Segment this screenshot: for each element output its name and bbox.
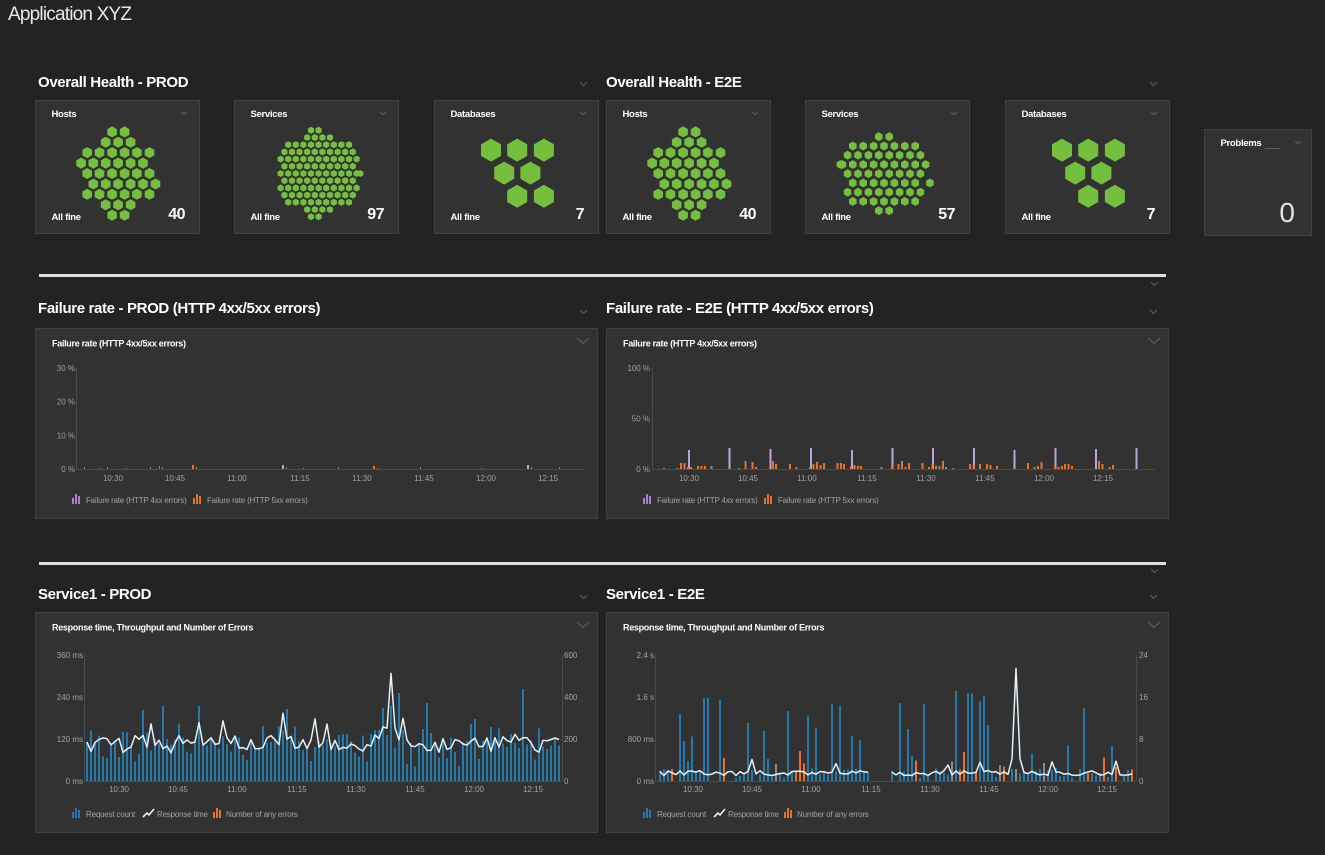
svg-text:360 ms: 360 ms [57, 651, 83, 660]
svg-text:24: 24 [1139, 651, 1148, 660]
svg-text:11:45: 11:45 [979, 785, 999, 794]
svg-text:600: 600 [564, 651, 578, 660]
svg-text:12:00: 12:00 [464, 785, 485, 794]
svg-text:12:15: 12:15 [523, 785, 544, 794]
svg-text:10:30: 10:30 [109, 785, 130, 794]
svg-text:20 %: 20 % [57, 398, 75, 407]
svg-text:11:00: 11:00 [801, 785, 821, 794]
svg-text:1.6 s: 1.6 s [637, 693, 654, 702]
svg-text:400: 400 [564, 693, 578, 702]
svg-text:11:00: 11:00 [227, 785, 247, 794]
svg-text:10:30: 10:30 [683, 785, 704, 794]
svg-text:2.4 s: 2.4 s [637, 651, 654, 660]
svg-text:0 %: 0 % [636, 465, 650, 474]
svg-text:30 %: 30 % [57, 364, 75, 373]
svg-text:50 %: 50 % [632, 415, 650, 424]
svg-text:Response time: Response time [157, 810, 209, 819]
svg-text:Failure rate (HTTP 5xx errors): Failure rate (HTTP 5xx errors) [207, 496, 308, 505]
svg-text:12:00: 12:00 [1038, 785, 1059, 794]
svg-text:12:15: 12:15 [538, 474, 559, 483]
svg-text:Number of any errors: Number of any errors [226, 810, 298, 819]
svg-text:16: 16 [1139, 693, 1148, 702]
svg-text:Request count: Request count [86, 810, 136, 819]
svg-text:11:00: 11:00 [797, 474, 817, 483]
svg-text:Number of any errors: Number of any errors [797, 810, 869, 819]
svg-text:10:45: 10:45 [165, 474, 186, 483]
svg-text:12:00: 12:00 [476, 474, 497, 483]
svg-text:10:45: 10:45 [168, 785, 189, 794]
svg-text:0 %: 0 % [61, 465, 75, 474]
svg-text:10:30: 10:30 [679, 474, 700, 483]
svg-text:Failure rate (HTTP 4xx errors): Failure rate (HTTP 4xx errors) [86, 496, 187, 505]
svg-text:10 %: 10 % [57, 431, 75, 440]
svg-text:Response time, Throughput and: Response time, Throughput and Number of … [623, 623, 825, 633]
svg-text:11:15: 11:15 [857, 474, 877, 483]
svg-text:0 ms: 0 ms [637, 777, 654, 786]
svg-text:11:00: 11:00 [227, 474, 247, 483]
svg-text:10:30: 10:30 [103, 474, 124, 483]
svg-text:11:30: 11:30 [352, 474, 372, 483]
svg-text:11:45: 11:45 [975, 474, 995, 483]
svg-text:Failure rate (HTTP 5xx errors): Failure rate (HTTP 5xx errors) [778, 496, 879, 505]
svg-text:200: 200 [564, 735, 578, 744]
svg-text:Failure rate (HTTP 4xx/5xx err: Failure rate (HTTP 4xx/5xx errors) [52, 339, 186, 349]
svg-text:12:15: 12:15 [1093, 474, 1114, 483]
svg-text:12:15: 12:15 [1097, 785, 1118, 794]
svg-text:8: 8 [1139, 735, 1144, 744]
svg-text:800 ms: 800 ms [628, 735, 654, 744]
svg-text:12:00: 12:00 [1034, 474, 1055, 483]
svg-text:11:30: 11:30 [346, 785, 366, 794]
svg-text:Request count: Request count [657, 810, 707, 819]
svg-text:11:45: 11:45 [414, 474, 434, 483]
svg-text:Response time, Throughput and: Response time, Throughput and Number of … [52, 623, 254, 633]
svg-text:10:45: 10:45 [742, 785, 763, 794]
svg-text:0: 0 [564, 777, 569, 786]
svg-text:11:15: 11:15 [861, 785, 881, 794]
svg-text:11:30: 11:30 [920, 785, 940, 794]
svg-text:10:45: 10:45 [738, 474, 759, 483]
svg-text:100 %: 100 % [627, 364, 650, 373]
svg-text:Failure rate (HTTP 4xx errors): Failure rate (HTTP 4xx errors) [657, 496, 758, 505]
svg-text:11:30: 11:30 [916, 474, 936, 483]
svg-text:120 ms: 120 ms [57, 735, 83, 744]
svg-text:Response time: Response time [728, 810, 780, 819]
svg-text:240 ms: 240 ms [57, 693, 83, 702]
svg-text:11:15: 11:15 [287, 785, 307, 794]
svg-text:11:15: 11:15 [290, 474, 310, 483]
svg-text:Failure rate (HTTP 4xx/5xx err: Failure rate (HTTP 4xx/5xx errors) [623, 339, 757, 349]
svg-text:0 ms: 0 ms [66, 777, 83, 786]
svg-text:0: 0 [1139, 777, 1144, 786]
svg-text:11:45: 11:45 [405, 785, 425, 794]
